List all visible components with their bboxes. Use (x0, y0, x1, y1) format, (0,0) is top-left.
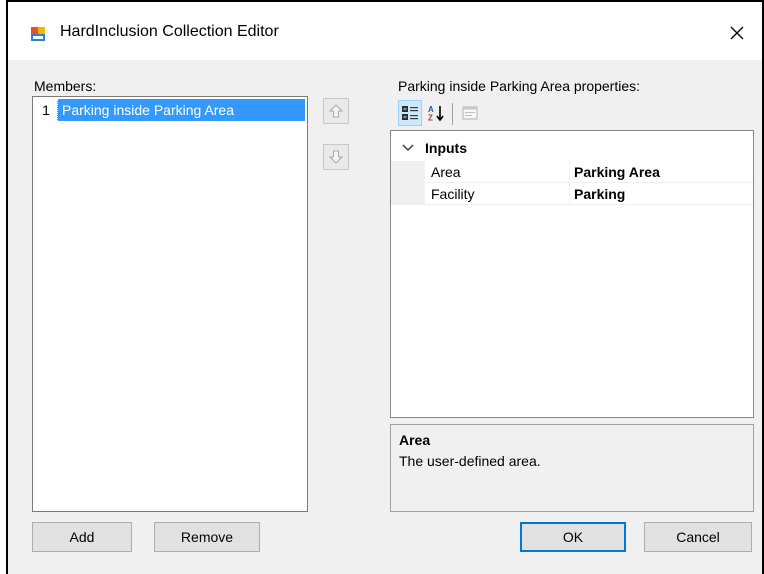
property-name: Facility (431, 185, 475, 202)
category-row-inputs[interactable]: Inputs (391, 137, 753, 159)
toolbar-separator (452, 103, 453, 125)
close-icon (730, 26, 744, 40)
property-grid-toolbar: A Z (396, 100, 760, 128)
list-item[interactable]: 1 Parking inside Parking Area (35, 99, 305, 121)
help-panel: Area The user-defined area. (390, 424, 754, 512)
app-icon (30, 26, 46, 42)
members-listbox[interactable]: 1 Parking inside Parking Area (32, 96, 308, 512)
title-bar: HardInclusion Collection Editor (8, 2, 762, 60)
help-title: Area (399, 432, 431, 448)
list-item-index: 1 (42, 102, 50, 118)
svg-text:Z: Z (428, 114, 433, 123)
property-value[interactable]: Parking Area (569, 161, 753, 182)
property-pages-icon (462, 106, 478, 120)
ok-button[interactable]: OK (520, 522, 626, 552)
add-button[interactable]: Add (32, 522, 132, 552)
help-description: The user-defined area. (399, 453, 541, 469)
collection-editor-dialog: HardInclusion Collection Editor Members:… (6, 0, 764, 574)
cancel-button[interactable]: Cancel (644, 522, 752, 552)
property-row-facility[interactable]: Facility Parking (391, 183, 753, 205)
property-name: Area (431, 163, 461, 180)
remove-button[interactable]: Remove (154, 522, 260, 552)
categorized-button[interactable] (398, 100, 422, 126)
property-value[interactable]: Parking (569, 183, 753, 204)
property-row-area[interactable]: Area Parking Area (391, 161, 753, 183)
property-pages-button[interactable] (458, 100, 482, 126)
properties-label: Parking inside Parking Area properties: (398, 78, 641, 94)
chevron-down-icon[interactable] (391, 137, 425, 159)
window-title: HardInclusion Collection Editor (60, 23, 279, 40)
arrow-down-icon (328, 150, 344, 164)
categorized-icon (402, 106, 418, 120)
move-down-button[interactable] (323, 144, 349, 170)
property-row-margin (391, 183, 425, 204)
close-button[interactable] (720, 16, 754, 50)
list-item-label: Parking inside Parking Area (57, 99, 305, 121)
alphabetical-button[interactable]: A Z (424, 100, 448, 126)
category-label: Inputs (425, 140, 467, 156)
property-grid[interactable]: Inputs Area Parking Area Facility Parkin… (390, 130, 754, 418)
members-label: Members: (34, 78, 97, 94)
property-row-margin (391, 161, 425, 182)
sort-alphabetical-icon: A Z (428, 105, 444, 123)
arrow-up-icon (328, 104, 344, 118)
move-up-button[interactable] (323, 98, 349, 124)
